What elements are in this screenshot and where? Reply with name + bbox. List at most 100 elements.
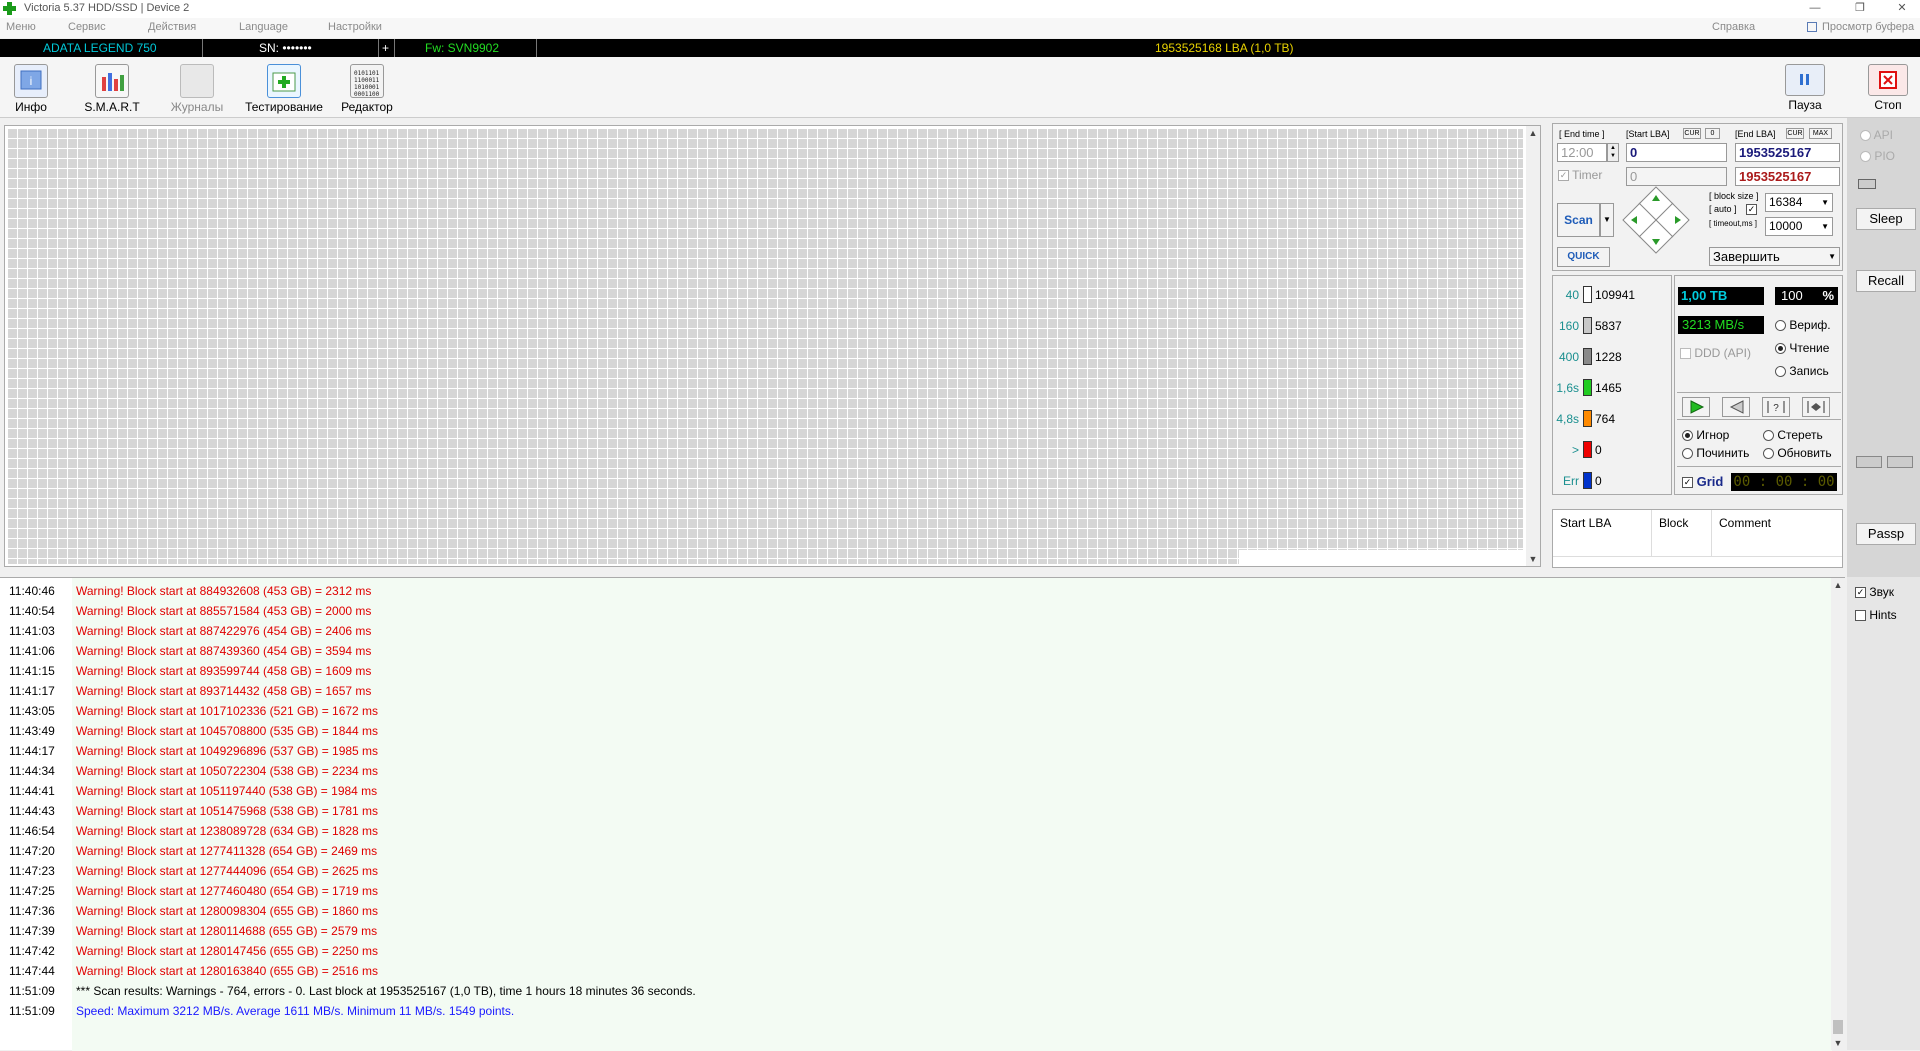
end-lba-cur-button[interactable]: CUR [1786, 128, 1804, 139]
pause-button[interactable]: Пауза [1770, 64, 1840, 118]
passp-button[interactable]: Passp [1856, 523, 1916, 545]
mode-write-radio[interactable]: Запись [1775, 364, 1829, 378]
log-message: Warning! Block start at 884932608 (453 G… [76, 584, 372, 598]
mode-read-radio[interactable]: Чтение [1775, 341, 1829, 355]
auto-block-checkbox[interactable]: ✓ [1746, 204, 1757, 215]
title-bar: Victoria 5.37 HDD/SSD | Device 2 — ❐ ✕ [0, 0, 1920, 18]
block-size-select[interactable]: 16384 ▼ [1765, 193, 1833, 212]
log-time: 11:41:03 [9, 624, 55, 638]
navigation-diamond-icon[interactable] [1621, 185, 1691, 255]
action-repair-radio[interactable]: Починить [1682, 446, 1749, 460]
log-scroll-down-icon[interactable]: ▼ [1831, 1038, 1845, 1048]
log-time: 11:47:20 [9, 844, 55, 858]
log-row: 11:44:34 Warning! Block start at 10507223… [0, 761, 1832, 781]
menu-bar: Меню Сервис Действия Language Настройки … [0, 18, 1920, 38]
close-icon[interactable]: ✕ [1887, 0, 1917, 18]
hints-checkbox[interactable]: Hints [1855, 608, 1897, 622]
log-message: Warning! Block start at 1280147456 (655 … [76, 944, 379, 958]
side-options: ✓ Звук Hints [1847, 577, 1920, 1050]
editor-button[interactable]: 0101101 1100011 1010001 0001100 Редактор [327, 64, 407, 118]
action-refresh-radio[interactable]: Обновить [1763, 446, 1832, 460]
progress-panel: 1,00 TB 100 % 3213 MB/s DDD (API) Вериф.… [1674, 275, 1843, 495]
logs-folder-icon [180, 64, 214, 98]
play-backward-icon[interactable] [1722, 397, 1750, 417]
ddd-api-checkbox[interactable]: DDD (API) [1680, 346, 1751, 360]
testing-button[interactable]: Тестирование [244, 64, 324, 118]
log-time: 11:46:54 [9, 824, 55, 838]
scroll-up-icon[interactable]: ▲ [1526, 128, 1540, 138]
menu-item-language[interactable]: Language [239, 21, 288, 33]
mode-verify-radio[interactable]: Вериф. [1775, 318, 1831, 332]
log-message: Warning! Block start at 887422976 (454 G… [76, 624, 372, 638]
end-lba-max-button[interactable]: MAX [1809, 128, 1832, 139]
timer-checkbox[interactable]: ✓ Timer [1558, 168, 1602, 182]
log-message: Warning! Block start at 893599744 (458 G… [76, 664, 372, 678]
start-lba-cur-button[interactable]: CUR [1683, 128, 1701, 139]
col-comment[interactable]: Comment [1712, 510, 1842, 556]
stop-button[interactable]: Стоп [1853, 64, 1920, 118]
scan-dropdown-icon[interactable]: ▼ [1600, 203, 1614, 237]
col-start-lba[interactable]: Start LBA [1553, 510, 1652, 556]
log-row: 11:43:49 Warning! Block start at 10457088… [0, 721, 1832, 741]
timer-value-input[interactable]: 0 [1626, 167, 1727, 186]
menu-item-service[interactable]: Сервис [68, 21, 106, 33]
svg-text:1100011: 1100011 [354, 77, 380, 84]
sleep-button[interactable]: Sleep [1856, 208, 1916, 230]
svg-text:?: ? [1773, 403, 1779, 414]
power-toggle-icon[interactable] [1858, 179, 1876, 189]
grid-scrollbar[interactable]: ▲ ▼ [1526, 126, 1540, 566]
latency-count: 109941 [1595, 288, 1636, 302]
start-lba-input[interactable]: 0 [1626, 143, 1727, 162]
log-scroll-up-icon[interactable]: ▲ [1831, 580, 1845, 590]
sound-checkbox[interactable]: ✓ Звук [1855, 585, 1894, 599]
log-message: Warning! Block start at 1238089728 (634 … [76, 824, 379, 838]
log-message: Speed: Maximum 3212 MB/s. Average 1611 M… [76, 1004, 515, 1018]
log-time: 11:47:25 [9, 884, 55, 898]
side-small-button-1[interactable] [1856, 456, 1882, 468]
restore-icon[interactable]: ❐ [1845, 0, 1875, 18]
smart-button[interactable]: S.M.A.R.T [72, 64, 152, 118]
app-icon [3, 2, 16, 15]
minimize-icon[interactable]: — [1800, 0, 1830, 18]
finish-action-select[interactable]: Завершить ▼ [1709, 247, 1840, 266]
pio-radio[interactable]: PIO [1860, 149, 1895, 163]
api-radio[interactable]: API [1860, 128, 1893, 142]
scan-blocks [7, 128, 1523, 564]
menu-item-settings[interactable]: Настройки [328, 21, 382, 33]
scan-button[interactable]: Scan [1557, 203, 1600, 237]
log-row: 11:40:54 Warning! Block start at 88557158… [0, 601, 1832, 621]
pause-icon [1785, 64, 1825, 96]
log-time: 11:47:36 [9, 904, 55, 918]
log-row: 11:44:41 Warning! Block start at 10511974… [0, 781, 1832, 801]
col-block[interactable]: Block [1652, 510, 1712, 556]
play-forward-icon[interactable] [1682, 397, 1710, 417]
clipboard-icon[interactable] [1807, 22, 1817, 32]
side-small-button-2[interactable] [1887, 456, 1913, 468]
menu-item-menu[interactable]: Меню [6, 21, 36, 33]
log-time: 11:44:43 [9, 804, 55, 818]
menu-item-help[interactable]: Справка [1712, 21, 1755, 33]
timeout-select[interactable]: 10000 ▼ [1765, 217, 1833, 236]
end-time-spinner[interactable]: ▲ ▼ [1607, 143, 1619, 162]
end-time-input[interactable]: 12:00 [1557, 143, 1607, 162]
binary-editor-icon: 0101101 1100011 1010001 0001100 [350, 64, 384, 98]
info-button[interactable]: i Инфо [0, 64, 71, 118]
log-row: 11:41:06 Warning! Block start at 88743936… [0, 641, 1832, 661]
menu-item-actions[interactable]: Действия [148, 21, 196, 33]
recall-button[interactable]: Recall [1856, 270, 1916, 292]
action-erase-radio[interactable]: Стереть [1763, 428, 1823, 442]
log-scrollbar[interactable]: ▲ ▼ [1831, 578, 1845, 1050]
latency-color-icon [1583, 348, 1592, 365]
menu-item-clipboard[interactable]: Просмотр буфера [1822, 21, 1914, 33]
action-ignore-radio[interactable]: Игнор [1682, 428, 1729, 442]
quick-button[interactable]: QUICK [1557, 247, 1610, 267]
skip-to-end-icon[interactable] [1802, 397, 1830, 417]
start-lba-zero-button[interactable]: 0 [1705, 128, 1720, 139]
skip-unknown-icon[interactable]: ? [1762, 397, 1790, 417]
end-lba-input[interactable]: 1953525167 [1735, 143, 1840, 162]
show-serial-button[interactable]: + [382, 39, 389, 57]
log-message: Warning! Block start at 1277460480 (654 … [76, 884, 379, 898]
grid-checkbox[interactable]: ✓ Grid [1682, 474, 1723, 489]
logs-button[interactable]: Журналы [157, 64, 237, 118]
scroll-down-icon[interactable]: ▼ [1526, 554, 1540, 564]
